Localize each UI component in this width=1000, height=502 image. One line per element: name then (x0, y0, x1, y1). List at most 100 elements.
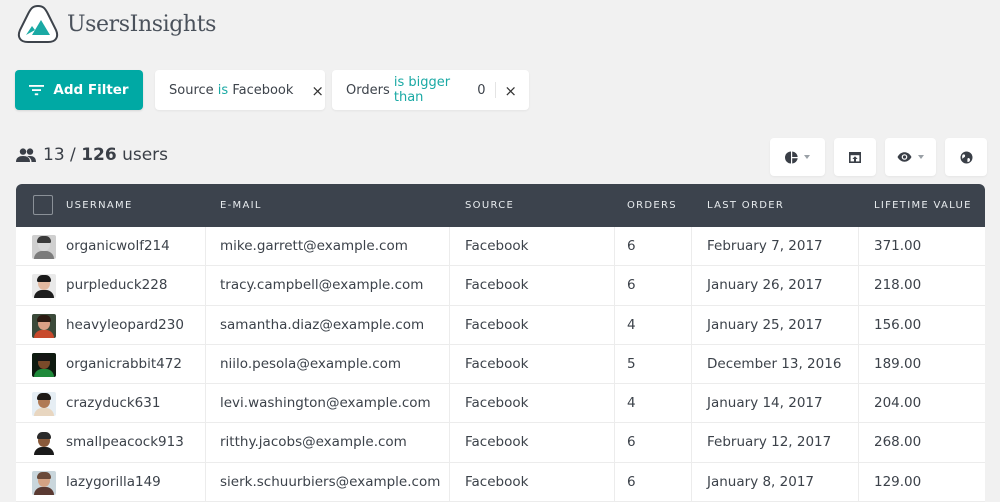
column-divider (614, 227, 615, 502)
pie-chart-icon (785, 151, 798, 163)
mountain-logo-icon (17, 4, 59, 43)
app-name: UsersInsights (67, 12, 217, 37)
globe-icon (960, 151, 972, 163)
column-header-lifetime-value[interactable]: LIFETIME VALUE (874, 200, 972, 211)
table-header: USERNAME E-MAIL SOURCE ORDERS LAST ORDER… (16, 184, 985, 227)
column-divider (205, 227, 206, 502)
add-filter-button[interactable]: Add Filter (15, 70, 143, 110)
chip-divider (494, 82, 496, 98)
chevron-down-icon (804, 155, 810, 159)
map-view-button[interactable] (945, 138, 987, 176)
avatar-hair (37, 236, 51, 243)
segments-button[interactable] (770, 138, 825, 176)
lifetime-value-cell: 371.00 (874, 238, 922, 254)
avatar-body (34, 290, 54, 299)
avatar-hair (37, 393, 51, 401)
filter-value: Facebook (232, 82, 294, 98)
remove-filter-icon[interactable]: × (504, 83, 517, 99)
orders-cell: 6 (627, 434, 636, 451)
username-cell[interactable]: heavyleopard230 (66, 317, 184, 333)
email-cell: levi.washington@example.com (220, 395, 431, 412)
column-header-email[interactable]: E-MAIL (220, 200, 262, 211)
source-cell: Facebook (465, 238, 529, 254)
source-cell: Facebook (465, 434, 529, 451)
source-cell: Facebook (465, 395, 529, 412)
avatar-body (34, 486, 54, 495)
username-cell[interactable]: lazygorilla149 (66, 474, 161, 490)
table-row[interactable]: organicrabbit472 niilo.pesola@example.co… (16, 345, 985, 385)
last-order-cell: February 7, 2017 (707, 238, 823, 254)
filter-bar: Add Filter Source is Facebook × Orders i… (15, 70, 529, 110)
shown-count: 13 (43, 145, 65, 165)
filter-icon (29, 85, 45, 96)
avatar-body (34, 408, 54, 417)
avatar[interactable] (32, 352, 56, 377)
email-cell: ritthy.jacobs@example.com (220, 434, 407, 451)
username-cell[interactable]: organicrabbit472 (66, 356, 182, 372)
column-header-username[interactable]: USERNAME (66, 200, 133, 211)
avatar[interactable] (32, 313, 56, 338)
avatar-body (34, 329, 54, 338)
lifetime-value-cell: 218.00 (874, 277, 922, 294)
column-header-source[interactable]: SOURCE (465, 200, 514, 211)
avatar-hair (37, 432, 51, 440)
orders-cell: 4 (627, 316, 636, 333)
app-logo[interactable]: UsersInsights (16, 4, 216, 44)
table-row[interactable]: purpleduck228 tracy.campbell@example.com… (16, 266, 985, 306)
lifetime-value-cell: 129.00 (874, 473, 922, 490)
table-row[interactable]: organicwolf214 mike.garrett@example.com … (16, 227, 985, 267)
last-order-cell: January 14, 2017 (707, 395, 823, 412)
table-toolbar (770, 138, 987, 176)
username-cell[interactable]: smallpeacock913 (66, 434, 184, 450)
column-divider (858, 227, 859, 502)
filter-chip-orders[interactable]: Orders is bigger than 0 × (332, 70, 529, 110)
total-count: 126 (81, 145, 117, 165)
columns-visibility-button[interactable] (885, 138, 936, 176)
table-body: organicwolf214 mike.garrett@example.com … (16, 227, 985, 502)
email-cell: sierk.schuurbiers@example.com (220, 473, 441, 490)
lifetime-value-cell: 189.00 (874, 355, 922, 372)
avatar-hair (37, 353, 51, 361)
remove-filter-icon[interactable]: × (311, 83, 324, 99)
filter-field: Orders (346, 82, 390, 98)
column-header-last-order[interactable]: LAST ORDER (707, 200, 784, 211)
eye-icon (897, 152, 912, 162)
orders-cell: 6 (627, 473, 636, 490)
avatar[interactable] (32, 274, 56, 299)
avatar[interactable] (32, 392, 56, 417)
source-cell: Facebook (465, 316, 529, 333)
lifetime-value-cell: 156.00 (874, 316, 922, 333)
username-cell[interactable]: organicwolf214 (66, 238, 170, 254)
username-cell[interactable]: purpleduck228 (66, 277, 167, 293)
filter-chip-source[interactable]: Source is Facebook × (155, 70, 325, 110)
email-cell: tracy.campbell@example.com (220, 277, 424, 294)
orders-cell: 6 (627, 277, 636, 294)
avatar-body (34, 368, 54, 377)
source-cell: Facebook (465, 277, 529, 294)
avatar[interactable] (32, 235, 56, 259)
table-row[interactable]: smallpeacock913 ritthy.jacobs@example.co… (16, 423, 985, 463)
email-cell: niilo.pesola@example.com (220, 355, 402, 372)
export-button[interactable] (834, 138, 876, 176)
table-row[interactable]: lazygorilla149 sierk.schuurbiers@example… (16, 463, 985, 502)
orders-cell: 4 (627, 395, 636, 412)
email-cell: samantha.diaz@example.com (220, 316, 425, 333)
source-cell: Facebook (465, 473, 529, 490)
select-all-checkbox[interactable] (33, 195, 53, 215)
count-unit: users (122, 145, 169, 165)
avatar[interactable] (32, 431, 56, 456)
avatar-hair (37, 275, 51, 283)
filter-field: Source (169, 82, 214, 98)
avatar-hair (37, 314, 51, 322)
last-order-cell: January 25, 2017 (707, 316, 823, 333)
avatar[interactable] (32, 470, 56, 495)
lifetime-value-cell: 204.00 (874, 395, 922, 412)
filter-operator: is (217, 82, 229, 98)
export-icon (849, 151, 861, 163)
table-row[interactable]: crazyduck631 levi.washington@example.com… (16, 384, 985, 424)
table-row[interactable]: heavyleopard230 samantha.diaz@example.co… (16, 306, 985, 345)
column-header-orders[interactable]: ORDERS (627, 200, 677, 211)
filter-value: 0 (477, 82, 486, 98)
orders-cell: 6 (627, 238, 636, 254)
username-cell[interactable]: crazyduck631 (66, 395, 160, 411)
